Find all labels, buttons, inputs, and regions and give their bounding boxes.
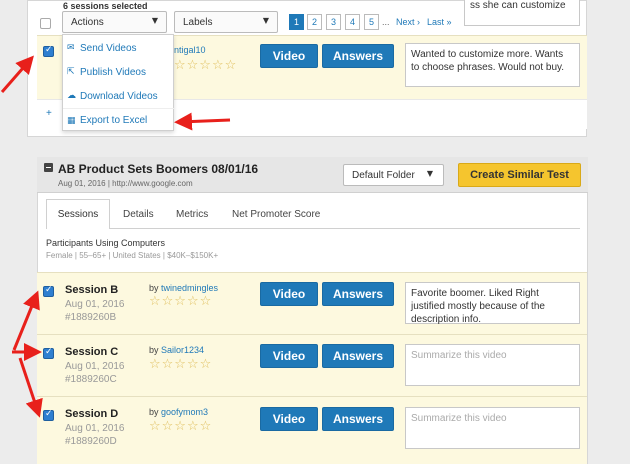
session-id: #1889260B <box>65 312 117 323</box>
session-checkbox-top[interactable] <box>43 45 54 57</box>
page-5-link[interactable]: 5 <box>364 14 379 30</box>
answers-button[interactable]: Answers <box>322 407 394 431</box>
rating-stars[interactable]: ☆☆☆☆☆ <box>149 294 212 309</box>
page-2-link[interactable]: 2 <box>307 14 322 30</box>
rating-stars[interactable]: ☆☆☆☆☆ <box>174 58 237 73</box>
actions-menu: ✉ Send Videos ⇱ Publish Videos ☁ Download V… <box>62 34 174 131</box>
session-author: by goofymom3 <box>149 407 209 417</box>
video-button[interactable]: Video <box>260 282 318 306</box>
selected-count: 6 sessions selected <box>63 1 148 11</box>
arrow-to-checkbox-d <box>18 357 43 418</box>
link-fragment: + <box>46 108 52 119</box>
session-note[interactable]: Wanted to customize more. Wants to choos… <box>405 43 580 87</box>
session-title[interactable]: Session D <box>65 408 118 420</box>
chevron-down-icon: ▼ <box>262 16 269 25</box>
session-note-partial[interactable]: ss she can customize <box>464 0 580 26</box>
test-title[interactable]: AB Product Sets Boomers 08/01/16 <box>58 162 258 176</box>
session-date: Aug 01, 2016 <box>65 299 125 310</box>
answers-button[interactable]: Answers <box>322 282 394 306</box>
chevron-down-icon: ▼ <box>426 169 433 178</box>
tab-net-promoter-score[interactable]: Net Promoter Score <box>232 200 320 228</box>
session-author-link[interactable]: goofymom3 <box>161 407 208 417</box>
next-page-link[interactable]: Next › <box>396 17 420 27</box>
last-page-link[interactable]: Last » <box>427 17 452 27</box>
actions-label: Actions <box>71 16 104 28</box>
session-date: Aug 01, 2016 <box>65 423 125 434</box>
session-id: #1889260D <box>65 436 117 447</box>
labels-dropdown[interactable]: Labels ▼ <box>174 11 278 33</box>
page-4-link[interactable]: 4 <box>345 14 360 30</box>
rating-stars[interactable]: ☆☆☆☆☆ <box>149 419 212 434</box>
publish-icon: ⇱ <box>67 67 75 77</box>
test-meta: Aug 01, 2016 | http://www.google.com <box>58 179 193 188</box>
session-title[interactable]: Session B <box>65 284 118 296</box>
session-author: by twinedmingles <box>149 283 219 293</box>
menu-item-download-videos[interactable]: ☁ Download Videos <box>63 84 174 108</box>
create-similar-test-button[interactable]: Create Similar Test <box>458 163 581 187</box>
arrow-to-checkbox-b <box>12 290 40 351</box>
labels-label: Labels <box>183 16 213 28</box>
collapse-icon[interactable] <box>44 163 53 172</box>
summary-input[interactable]: Summarize this video <box>405 407 580 449</box>
chevron-down-icon: ▼ <box>151 16 158 25</box>
session-author-link[interactable]: twinedmingles <box>161 283 218 293</box>
page-3-link[interactable]: 3 <box>326 14 341 30</box>
menu-item-export-excel[interactable]: ▦ Export to Excel <box>63 108 174 132</box>
video-button[interactable]: Video <box>260 344 318 368</box>
session-title[interactable]: Session C <box>65 346 118 358</box>
pagination-ellipsis: ... <box>382 17 390 27</box>
menu-item-send-videos[interactable]: ✉ Send Videos <box>63 36 174 60</box>
participants-detail: Female | 55–65+ | United States | $40K–$… <box>46 251 219 260</box>
session-author-fragment: ntigal10 <box>174 45 206 55</box>
page: 6 sessions selected Actions ▼ Labels ▼ 1… <box>0 0 630 464</box>
actions-dropdown[interactable]: Actions ▼ <box>62 11 167 33</box>
folder-dropdown[interactable]: Default Folder ▼ <box>343 164 444 186</box>
video-button[interactable]: Video <box>260 407 318 431</box>
select-all-checkbox[interactable] <box>40 18 51 29</box>
menu-item-publish-videos[interactable]: ⇱ Publish Videos <box>63 60 174 84</box>
tab-metrics[interactable]: Metrics <box>176 200 208 228</box>
video-button[interactable]: Video <box>260 44 318 68</box>
table-icon: ▦ <box>67 115 76 126</box>
answers-button[interactable]: Answers <box>322 44 394 68</box>
session-checkbox-d[interactable] <box>43 409 54 421</box>
session-checkbox-c[interactable] <box>43 347 54 359</box>
session-author: by Sailor1234 <box>149 345 205 355</box>
arrow-to-top-checkbox <box>0 55 34 93</box>
session-date: Aug 01, 2016 <box>65 361 125 372</box>
rating-stars[interactable]: ☆☆☆☆☆ <box>149 357 212 372</box>
tab-strip-line <box>110 228 580 229</box>
page-1-link[interactable]: 1 <box>289 14 304 30</box>
tab-sessions[interactable]: Sessions <box>46 199 110 229</box>
answers-button[interactable]: Answers <box>322 344 394 368</box>
summary-input[interactable]: Summarize this video <box>405 344 580 386</box>
tab-details[interactable]: Details <box>123 200 154 228</box>
session-checkbox-b[interactable] <box>43 285 54 297</box>
session-id: #1889260C <box>65 374 117 385</box>
participants-heading: Participants Using Computers <box>46 238 166 248</box>
send-icon: ✉ <box>67 43 75 53</box>
session-author-link[interactable]: Sailor1234 <box>161 345 204 355</box>
download-icon: ☁ <box>67 91 76 101</box>
session-note[interactable]: Favorite boomer. Liked Right justified m… <box>405 282 580 325</box>
